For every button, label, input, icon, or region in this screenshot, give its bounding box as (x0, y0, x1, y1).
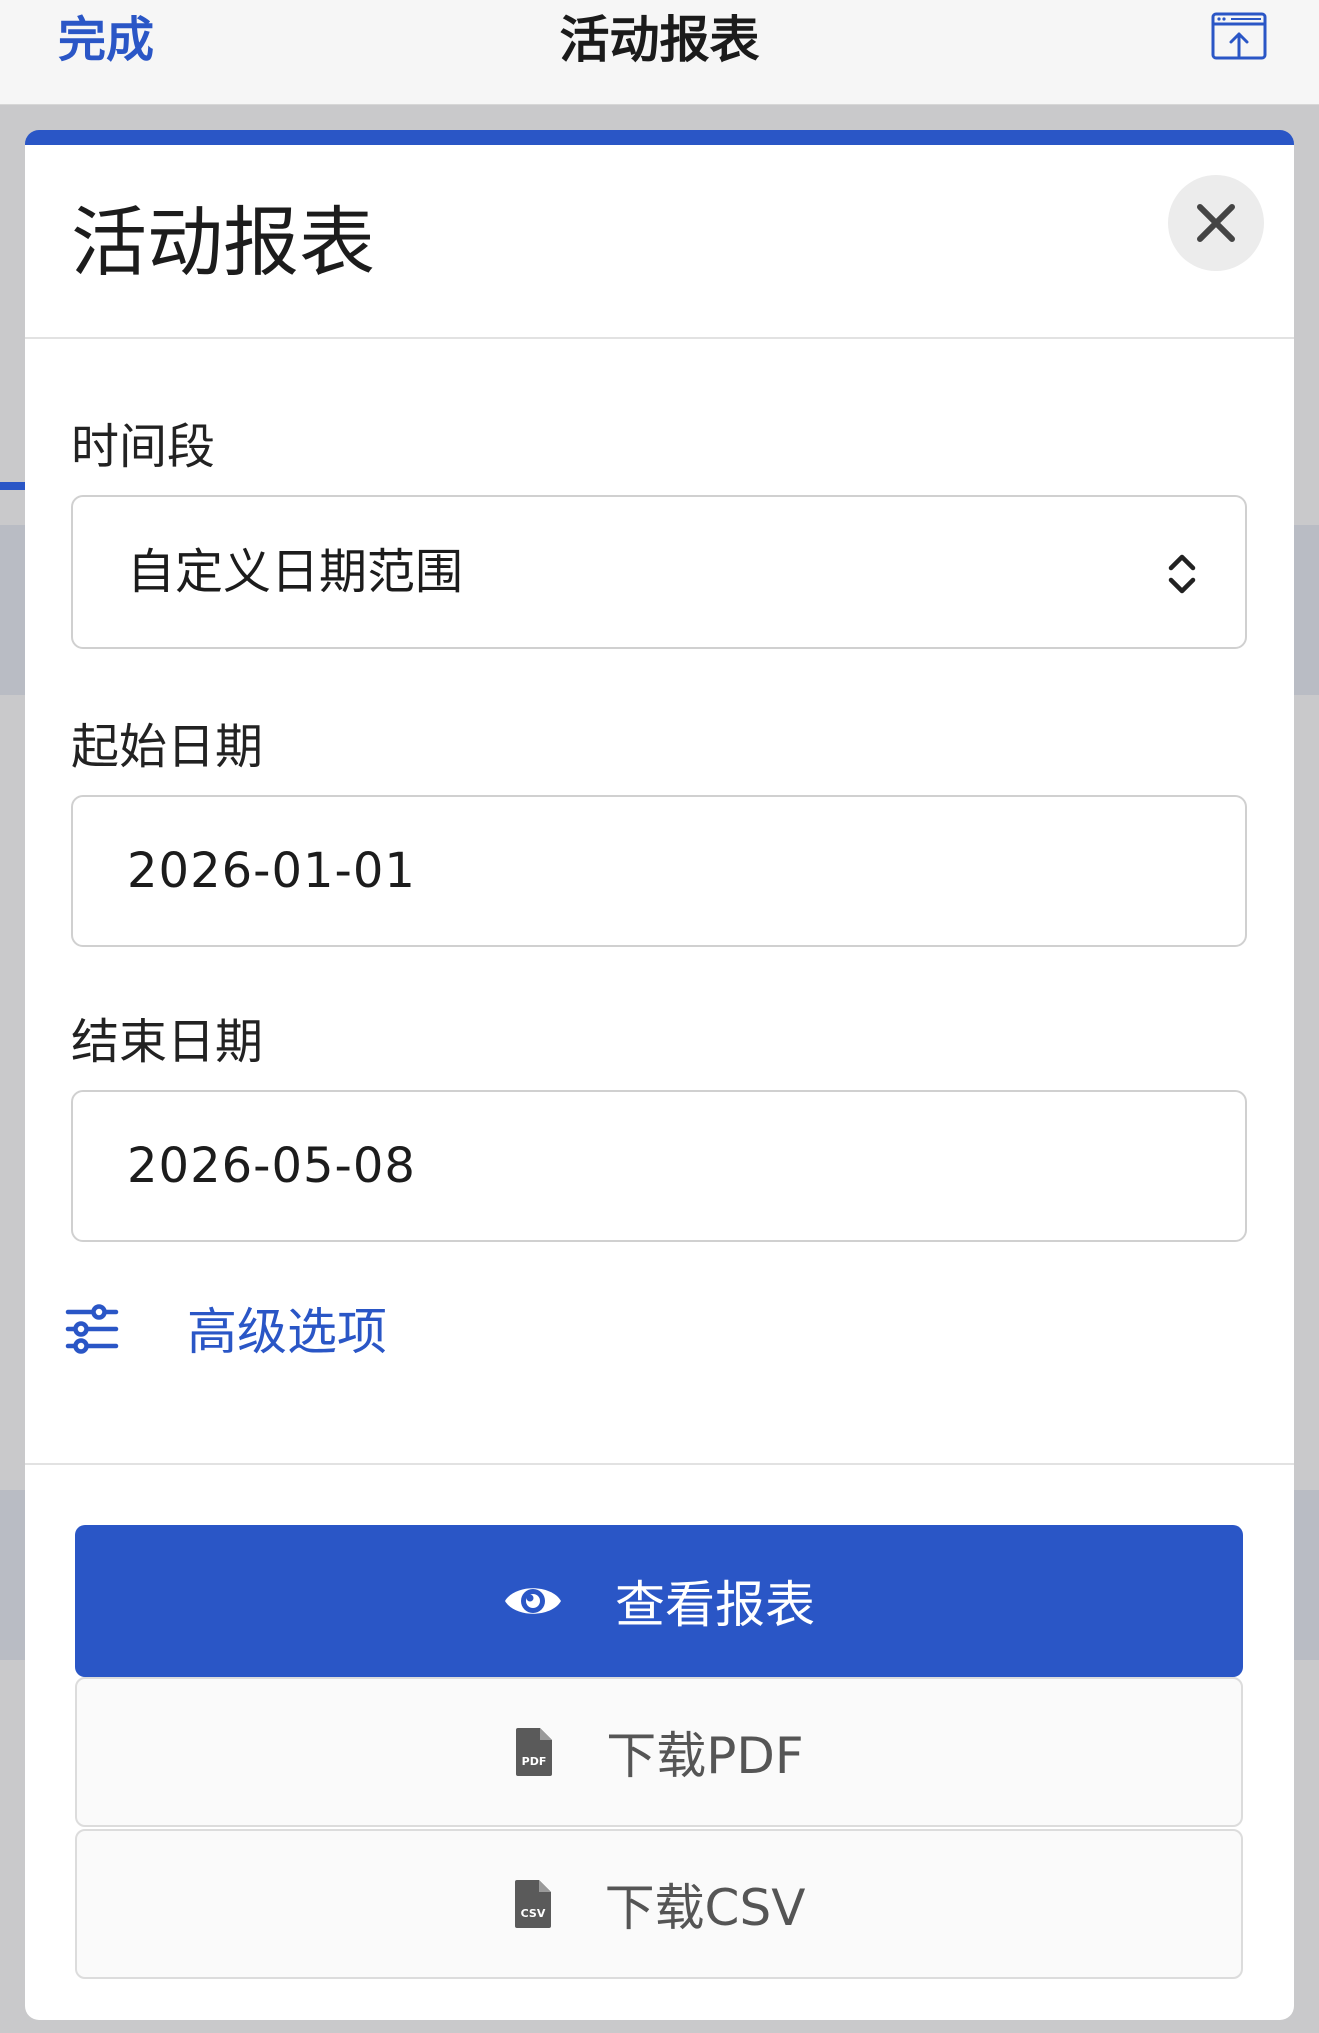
period-label: 时间段 (71, 419, 216, 475)
advanced-options-label: 高级选项 (187, 1303, 387, 1361)
modal-title: 活动报表 (71, 198, 375, 287)
close-button[interactable] (1168, 175, 1264, 271)
footer-divider (25, 1463, 1294, 1465)
background-row (0, 1490, 25, 1660)
modal-header: 活动报表 (25, 145, 1294, 339)
download-pdf-button[interactable]: PDF 下载PDF (75, 1677, 1243, 1827)
view-report-label: 查看报表 (615, 1576, 815, 1634)
nav-title: 活动报表 (559, 11, 760, 69)
download-csv-button[interactable]: CSV 下载CSV (75, 1829, 1243, 1979)
background-row (0, 525, 25, 695)
download-pdf-label: 下载PDF (606, 1727, 804, 1785)
background-tab-indicator (0, 482, 25, 490)
start-date-value: 2026-01-01 (127, 843, 416, 899)
background-row (1294, 1490, 1319, 1660)
close-icon (1197, 204, 1235, 242)
start-date-label: 起始日期 (71, 719, 264, 775)
svg-text:CSV: CSV (520, 1907, 545, 1920)
sliders-icon (65, 1304, 119, 1354)
eye-icon (505, 1588, 561, 1614)
end-date-field[interactable]: 2026-05-08 (71, 1090, 1247, 1242)
end-date-value: 2026-05-08 (127, 1138, 416, 1194)
csv-file-icon: CSV (514, 1880, 551, 1928)
navigation-bar: 完成 活动报表 (0, 0, 1319, 105)
view-report-button[interactable]: 查看报表 (75, 1525, 1243, 1677)
start-date-field[interactable]: 2026-01-01 (71, 795, 1247, 947)
period-select[interactable]: 自定义日期范围 (71, 495, 1247, 649)
end-date-label: 结束日期 (71, 1014, 264, 1070)
pdf-file-icon: PDF (516, 1728, 553, 1776)
report-modal: 活动报表 时间段 自定义日期范围 起始日期 2026-01-01 结束日期 20… (25, 130, 1294, 2020)
svg-text:PDF: PDF (522, 1755, 547, 1768)
chevron-up-down-icon (1168, 554, 1196, 594)
period-select-value: 自定义日期范围 (127, 544, 464, 600)
share-window-icon[interactable] (1211, 12, 1267, 64)
download-csv-label: 下载CSV (604, 1879, 806, 1937)
background-row (1294, 525, 1319, 695)
